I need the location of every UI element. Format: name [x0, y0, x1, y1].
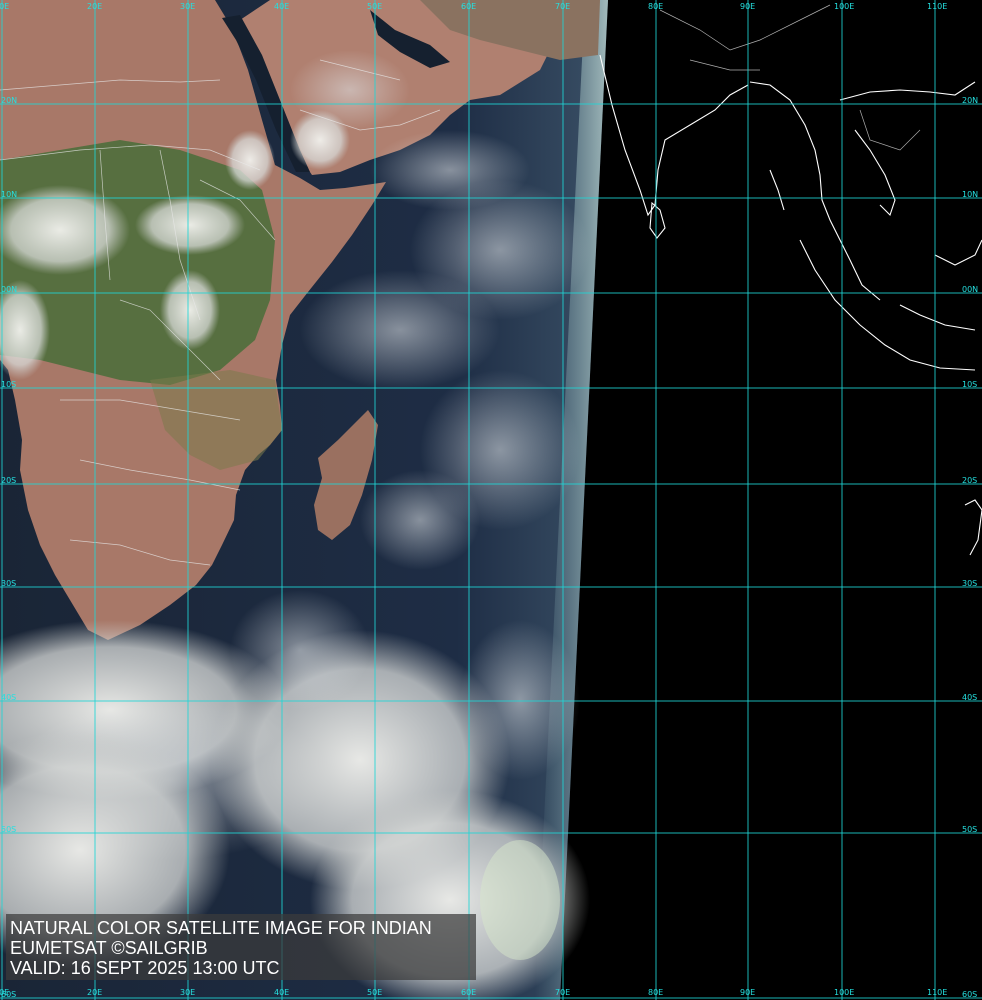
longitude-label-top: 70E	[555, 2, 570, 11]
longitude-label-bottom: 60E	[461, 988, 476, 997]
longitude-label-bottom: 20E	[87, 988, 102, 997]
longitude-label-bottom: 90E	[740, 988, 755, 997]
longitude-label-bottom: 40E	[274, 988, 289, 997]
latitude-label-left: 00N	[1, 285, 17, 294]
longitude-label-top: 20E	[87, 2, 102, 11]
longitude-label-bottom: 30E	[180, 988, 195, 997]
caption-title: NATURAL COLOR SATELLITE IMAGE FOR INDIAN	[10, 918, 432, 938]
longitude-label-top: 100E	[834, 2, 854, 11]
latitude-label-right: 10N	[962, 190, 978, 199]
latitude-label-right: 60S	[962, 990, 977, 999]
longitude-label-bottom: 50E	[367, 988, 382, 997]
caption-box: NATURAL COLOR SATELLITE IMAGE FOR INDIAN…	[6, 914, 476, 980]
latitude-label-left: 10S	[1, 380, 16, 389]
longitude-label-bottom: 100E	[834, 988, 854, 997]
night-side-coastlines	[599, 4, 982, 556]
latitude-label-right: 00N	[962, 285, 978, 294]
latitude-label-left: 20S	[1, 476, 16, 485]
longitude-label-top: 10E	[0, 2, 9, 11]
longitude-label-top: 60E	[461, 2, 476, 11]
latitude-label-right: 20S	[962, 476, 977, 485]
latitude-label-left: 20N	[1, 96, 17, 105]
longitude-label-bottom: 70E	[555, 988, 570, 997]
latitude-label-right: 20N	[962, 96, 978, 105]
longitude-label-top: 50E	[367, 2, 382, 11]
latitude-label-left: 50S	[1, 825, 16, 834]
longitude-label-bottom: 110E	[927, 988, 947, 997]
longitude-label-top: 110E	[927, 2, 947, 11]
latitude-label-left: 10N	[1, 190, 17, 199]
latitude-label-left: 60S	[1, 990, 16, 999]
longitude-label-top: 90E	[740, 2, 755, 11]
latitude-label-right: 10S	[962, 380, 977, 389]
latitude-label-left: 40S	[1, 693, 16, 702]
caption-credit: EUMETSAT ©SAILGRIB	[10, 938, 208, 958]
longitude-label-top: 80E	[648, 2, 663, 11]
longitude-label-bottom: 80E	[648, 988, 663, 997]
latitude-label-right: 40S	[962, 693, 977, 702]
latitude-label-right: 30S	[962, 579, 977, 588]
latitude-label-left: 30S	[1, 579, 16, 588]
longitude-label-top: 30E	[180, 2, 195, 11]
longitude-label-top: 40E	[274, 2, 289, 11]
satellite-map: 10E10E20E20E30E30E40E40E50E50E60E60E70E7…	[0, 0, 982, 1000]
latitude-label-right: 50S	[962, 825, 977, 834]
caption-valid-time: VALID: 16 SEPT 2025 13:00 UTC	[10, 958, 280, 978]
